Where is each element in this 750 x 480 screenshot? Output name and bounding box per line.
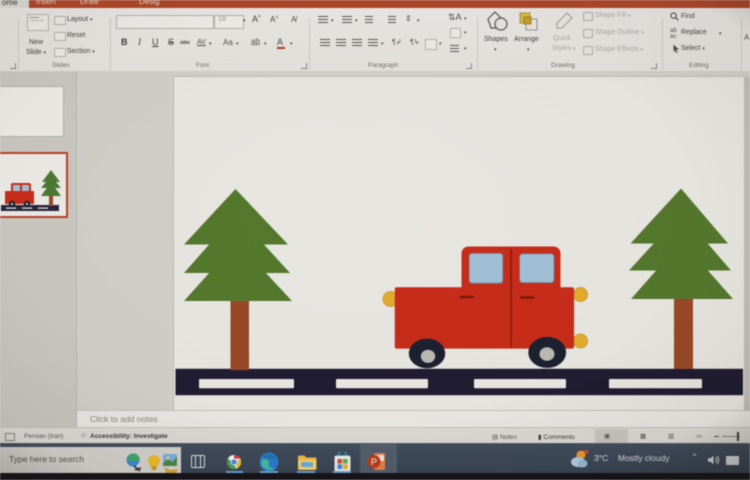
svg-text:P: P [371, 457, 377, 467]
